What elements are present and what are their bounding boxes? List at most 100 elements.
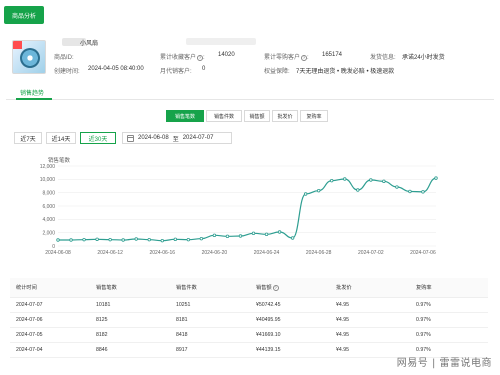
data-point — [173, 237, 178, 242]
tab-active-indicator — [16, 98, 52, 100]
data-point — [225, 234, 230, 239]
cell-date: 2024-07-04 — [16, 347, 43, 353]
created-label: 创建时间: — [54, 69, 80, 75]
data-point — [186, 237, 191, 242]
x-tick-label: 2024-07-06 — [410, 250, 436, 256]
chart-svg: 销售笔数 0 2,000 4,000 6,000 8,000 10,000 12,000 202… — [40, 156, 438, 256]
header-repurchase-rate: 复购率 — [416, 285, 432, 291]
header-date: 统计时间 — [16, 285, 37, 291]
rights-value[interactable]: 7天无理由退货 • 晚发必赔 • 极速退款 — [296, 66, 394, 75]
header-wholesale-price: 批发价 — [336, 285, 352, 291]
cell-repurchase-rate: 0.97% — [416, 332, 431, 338]
segment-sales-units[interactable]: 销售件数 — [206, 110, 242, 122]
product-info-panel: 小风扇 商品ID: 创建时间: 2024-04-05 08:40:00 累计收藏… — [6, 36, 494, 84]
cell-repurchase-rate: 0.97% — [416, 347, 431, 353]
thumbnail-badge — [13, 41, 22, 49]
cell-sales-amount: ¥41669.10 — [256, 332, 281, 338]
series-line — [58, 177, 437, 242]
y-tick-label: 2,000 — [42, 230, 55, 236]
cum-buyers-label: 累计零购客户?: — [264, 55, 309, 61]
cell-date: 2024-07-07 — [16, 302, 43, 308]
tab-bar: 销售趋势 — [6, 88, 494, 100]
date-end: 2024-07-07 — [182, 135, 214, 141]
data-point — [395, 185, 399, 189]
y-tick-label: 6,000 — [42, 204, 55, 210]
cell-sales-units: 8917 — [176, 347, 188, 353]
redacted-title-2 — [186, 38, 256, 45]
data-point — [290, 236, 295, 240]
data-point — [199, 236, 204, 241]
data-point — [108, 237, 112, 242]
x-tick-label: 2024-06-20 — [202, 250, 228, 256]
segment-wholesale-price[interactable]: 批发价 — [272, 110, 298, 122]
y-tick-label: 10,000 — [40, 177, 56, 183]
data-point — [330, 178, 334, 183]
cell-wholesale-price: ¥4.95 — [336, 302, 349, 308]
tab-sales-trend[interactable]: 销售趋势 — [20, 88, 44, 97]
fav-label: 累计收藏客户?: — [160, 55, 205, 61]
segment-sales-count[interactable]: 销售笔数 — [166, 110, 204, 122]
table-row: 2024-07-07 10181 10251 ¥50742.45 ¥4.95 0… — [10, 298, 488, 313]
help-icon[interactable]: ? — [197, 55, 204, 61]
cell-wholesale-price: ¥4.95 — [336, 332, 349, 338]
range-30d-button[interactable]: 近30天 — [80, 132, 116, 144]
range-14d-button[interactable]: 近14天 — [46, 132, 76, 144]
sales-table: 统计时间 销售笔数 销售件数 销售额? 批发价 复购率 2024-07-07 1… — [10, 278, 488, 358]
cell-sales-amount: ¥40495.95 — [256, 317, 281, 323]
cum-buyers-value: 165174 — [322, 52, 343, 58]
table-header: 统计时间 销售笔数 销售件数 销售额? 批发价 复购率 — [10, 278, 488, 298]
product-title-fragment: 小风扇 — [80, 41, 99, 47]
ship-value: 承诺24小时发货 — [402, 55, 445, 61]
calendar-icon — [127, 134, 134, 142]
table-row: 2024-07-06 8125 8181 ¥40495.95 ¥4.95 0.9… — [10, 313, 488, 328]
help-icon[interactable]: ? — [272, 285, 279, 291]
data-point — [160, 238, 164, 243]
data-point — [382, 179, 386, 184]
x-tick-label: 2024-07-02 — [358, 250, 384, 256]
cell-sales-amount: ¥44139.15 — [256, 347, 281, 353]
data-point — [82, 237, 86, 242]
monthly-sales-label: 月代销客户: — [160, 69, 192, 75]
x-tick-label: 2024-06-12 — [97, 250, 123, 256]
data-point — [69, 238, 73, 242]
date-range-picker[interactable]: 2024-06-08 至 2024-07-07 — [122, 132, 232, 144]
help-icon[interactable]: ? — [301, 55, 308, 61]
segment-repurchase-rate[interactable]: 复购率 — [300, 110, 328, 122]
data-point — [134, 237, 138, 241]
cell-wholesale-price: ¥4.95 — [336, 317, 349, 323]
data-point — [95, 237, 99, 242]
cell-sales-count: 8846 — [96, 347, 108, 353]
y-axis-label: 销售笔数 — [48, 156, 71, 164]
y-tick-label: 12,000 — [40, 164, 56, 170]
created-value: 2024-04-05 08:40:00 — [88, 66, 144, 72]
cell-repurchase-rate: 0.97% — [416, 317, 431, 323]
y-tick-label: 4,000 — [42, 217, 55, 223]
data-point — [277, 230, 282, 234]
rights-label: 权益保障: — [264, 69, 290, 75]
cell-sales-count: 8182 — [96, 332, 108, 338]
data-point — [303, 192, 308, 196]
data-point — [56, 238, 60, 242]
cell-sales-count: 8125 — [96, 317, 108, 323]
x-tick-label: 2024-06-24 — [254, 250, 280, 256]
monthly-sales-value: 0 — [202, 66, 206, 72]
data-point — [212, 233, 217, 238]
y-tick-label: 8,000 — [42, 190, 55, 196]
range-7d-button[interactable]: 近7天 — [14, 132, 42, 144]
product-id-label: 商品ID: — [54, 55, 74, 61]
y-tick-label: 0 — [52, 244, 55, 250]
fan-image-icon — [20, 48, 40, 68]
data-point — [316, 188, 321, 193]
x-tick-label: 2024-06-28 — [306, 250, 332, 256]
table-row: 2024-07-05 8182 8418 ¥41669.10 ¥4.95 0.9… — [10, 328, 488, 343]
segment-sales-amount[interactable]: 销售额 — [244, 110, 270, 122]
product-analysis-button[interactable]: 商品分析 — [4, 6, 44, 24]
product-thumbnail — [12, 40, 46, 74]
date-start: 2024-06-08 — [138, 135, 169, 141]
data-point — [251, 231, 256, 236]
cell-sales-units: 8418 — [176, 332, 188, 338]
ship-label: 发货信息: — [370, 55, 396, 61]
cell-sales-amount: ¥50742.45 — [256, 302, 281, 308]
header-sales-count: 销售笔数 — [96, 285, 117, 291]
cell-sales-count: 10181 — [96, 302, 111, 308]
